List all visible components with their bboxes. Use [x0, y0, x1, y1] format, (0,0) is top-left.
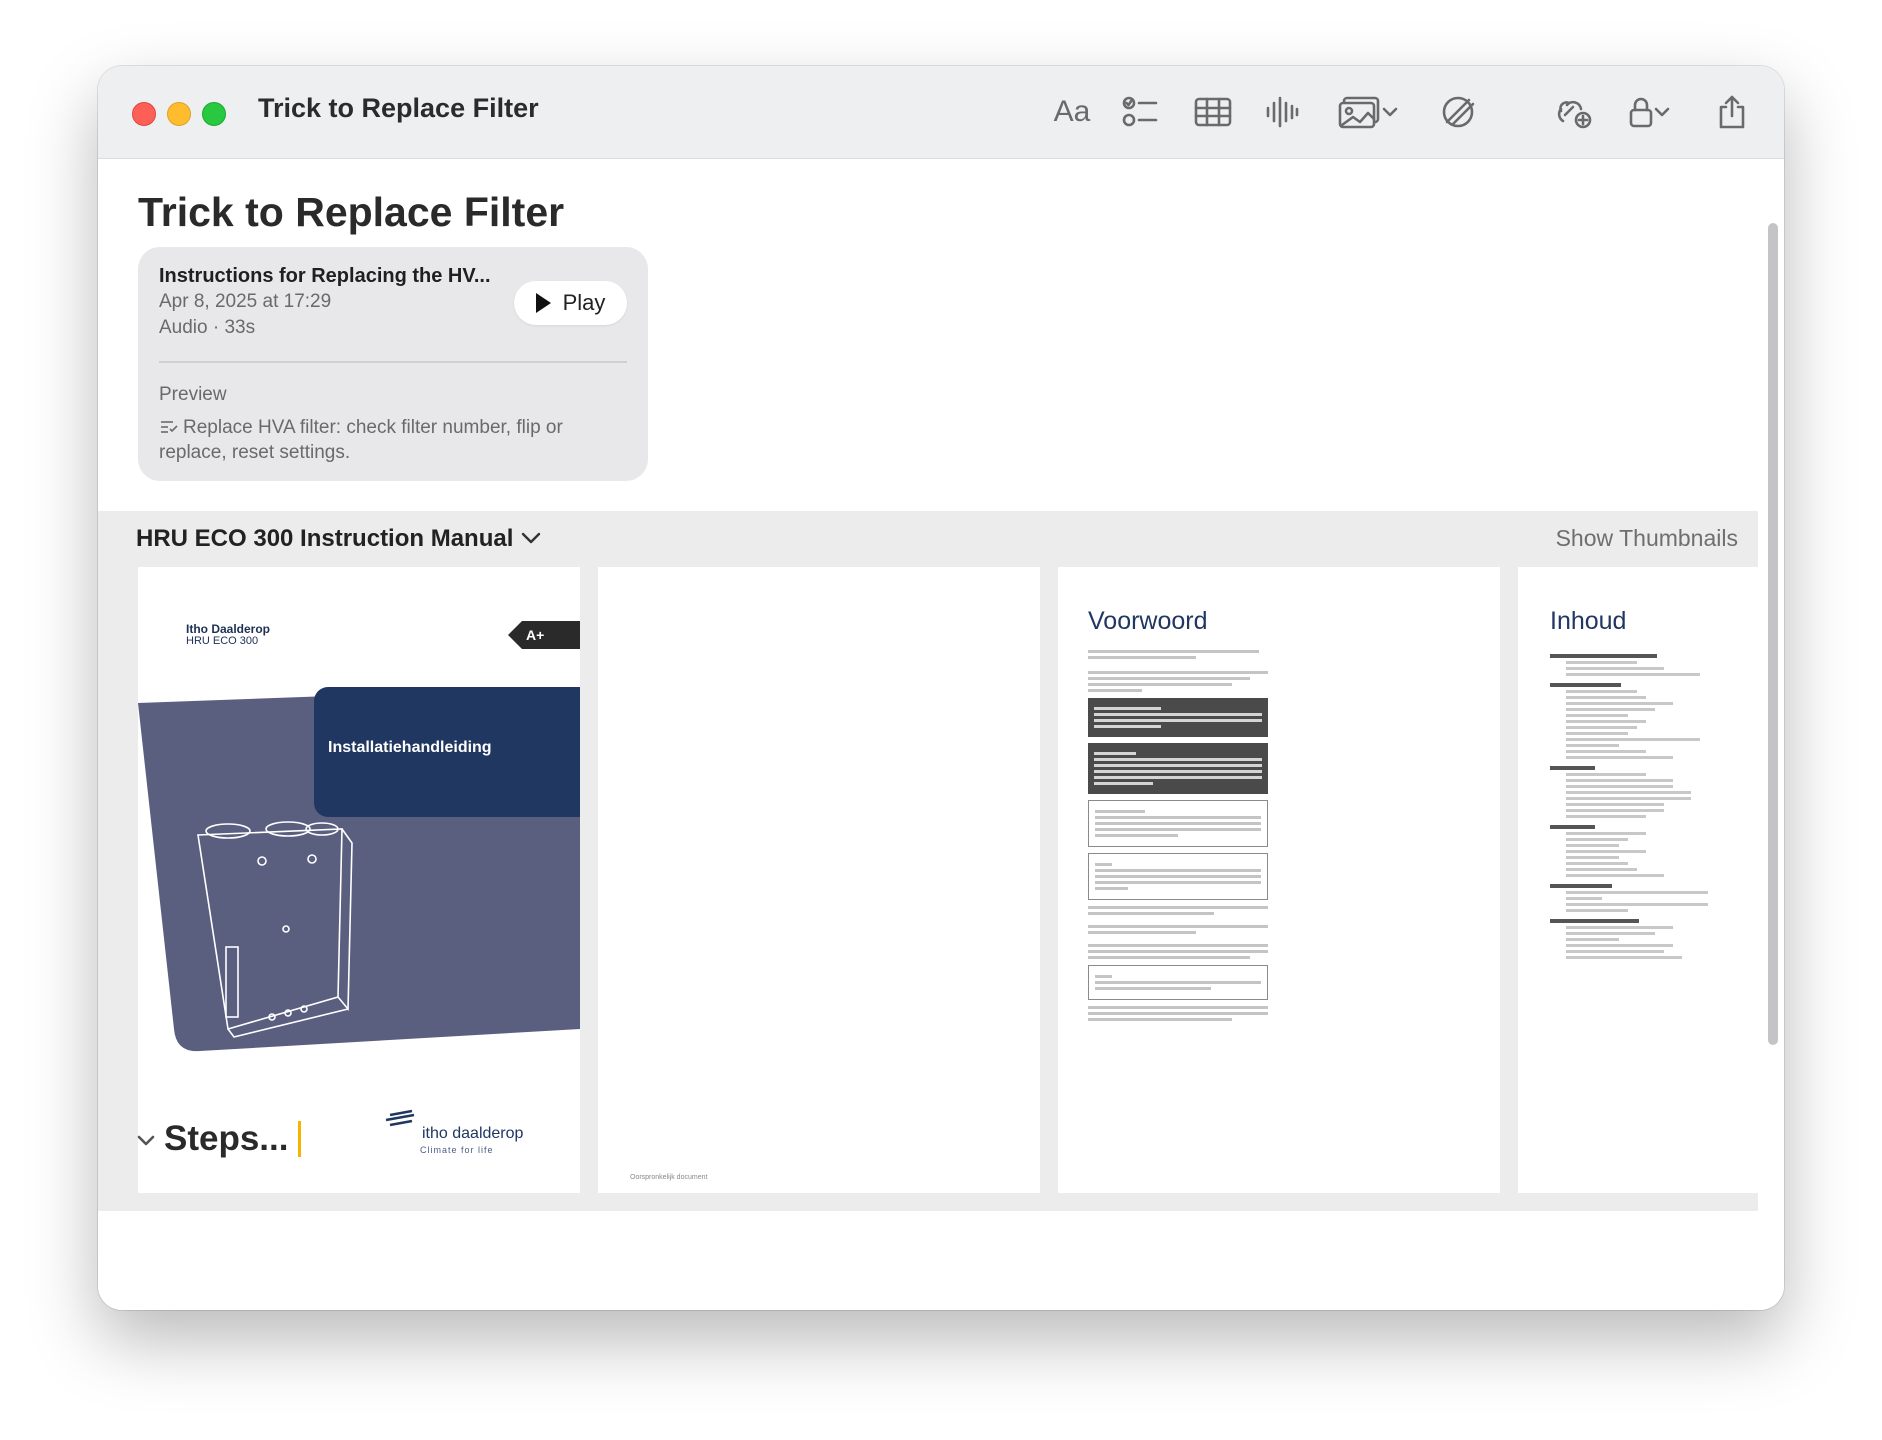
- cover-brand: Itho Daalderop: [186, 622, 271, 636]
- pdf-page-blank[interactable]: Oorspronkelijk document: [598, 567, 1040, 1193]
- checklist-icon: [1122, 96, 1158, 127]
- chevron-down-icon[interactable]: [520, 531, 542, 545]
- pdf-attachment[interactable]: HRU ECO 300 Instruction Manual Show Thum…: [98, 511, 1758, 1211]
- chevron-down-icon: [1654, 107, 1670, 117]
- attachment-title[interactable]: HRU ECO 300 Instruction Manual: [136, 525, 513, 553]
- table-icon: [1194, 97, 1232, 127]
- preview-summary: Replace HVA filter: check filter number,…: [159, 415, 619, 465]
- play-label: Play: [562, 290, 606, 315]
- media-button[interactable]: [1333, 90, 1403, 134]
- format-button[interactable]: Aa: [1050, 90, 1094, 134]
- note-title[interactable]: Trick to Replace Filter: [138, 189, 564, 236]
- close-window-button[interactable]: [132, 102, 156, 126]
- audio-waveform-icon: [1266, 96, 1299, 128]
- steps-section-heading[interactable]: Steps...: [136, 1119, 302, 1159]
- note-body[interactable]: Trick to Replace Filter Instructions for…: [98, 159, 1784, 1310]
- page-footer: Oorspronkelijk document: [630, 1174, 708, 1181]
- summary-icon: [161, 421, 178, 433]
- divider: [159, 361, 627, 363]
- pdf-page-cover[interactable]: Itho Daalderop HRU ECO 300 A+ Installati…: [138, 567, 580, 1193]
- audio-recording-card[interactable]: Instructions for Replacing the HV... Apr…: [138, 247, 648, 481]
- cover-artwork: [138, 687, 580, 1127]
- chevron-down-icon[interactable]: [136, 1134, 156, 1148]
- steps-heading-text[interactable]: Steps...: [164, 1119, 288, 1159]
- cover-logo: itho daalderop: [422, 1125, 524, 1142]
- format-icon: Aa: [1053, 95, 1091, 128]
- media-icon: [1338, 96, 1380, 129]
- checklist-button[interactable]: [1119, 90, 1163, 134]
- energy-label-badge: A+: [508, 621, 580, 649]
- preview-text: Replace HVA filter: check filter number,…: [159, 417, 563, 463]
- show-thumbnails-button[interactable]: Show Thumbnails: [1556, 525, 1738, 552]
- audio-title: Instructions for Replacing the HV...: [159, 265, 491, 287]
- cover-model: HRU ECO 300: [186, 635, 259, 647]
- markup-icon: [1442, 96, 1475, 128]
- notes-window: Trick to Replace Filter Aa Trick to Repl…: [98, 66, 1784, 1310]
- page-heading: Voorwoord: [1088, 607, 1208, 635]
- pdf-page-preface[interactable]: Voorwoord: [1058, 567, 1500, 1193]
- cover-tagline: Climate for life: [420, 1145, 494, 1155]
- contents-list: [1550, 647, 1728, 962]
- share-button[interactable]: [1710, 90, 1754, 134]
- share-icon: [1719, 95, 1745, 129]
- record-audio-button[interactable]: [1260, 90, 1304, 134]
- preface-body: [1088, 647, 1268, 1024]
- collaborate-icon: [1557, 100, 1592, 129]
- table-button[interactable]: [1191, 90, 1235, 134]
- pdf-page-contents[interactable]: Inhoud: [1518, 567, 1758, 1193]
- minimize-window-button[interactable]: [167, 102, 191, 126]
- lock-icon: [1629, 97, 1653, 128]
- title-bar: Trick to Replace Filter Aa: [98, 66, 1784, 159]
- preview-label: Preview: [159, 384, 227, 405]
- markup-button[interactable]: [1436, 90, 1480, 134]
- text-cursor: [298, 1121, 302, 1157]
- lock-button[interactable]: [1621, 90, 1677, 134]
- audio-meta: Audio · 33s: [159, 317, 256, 338]
- play-button[interactable]: Play: [514, 281, 627, 325]
- maximize-window-button[interactable]: [202, 102, 226, 126]
- play-icon: [535, 293, 551, 313]
- collaborate-button[interactable]: [1551, 90, 1595, 134]
- chevron-down-icon: [1382, 107, 1398, 117]
- window-title: Trick to Replace Filter: [258, 93, 539, 123]
- scrollbar[interactable]: [1768, 223, 1778, 1045]
- audio-date: Apr 8, 2025 at 17:29: [159, 291, 332, 312]
- cover-subtitle: Installatiehandleiding: [328, 739, 492, 756]
- scrollbar-thumb[interactable]: [1768, 223, 1778, 1045]
- page-heading: Inhoud: [1550, 607, 1627, 635]
